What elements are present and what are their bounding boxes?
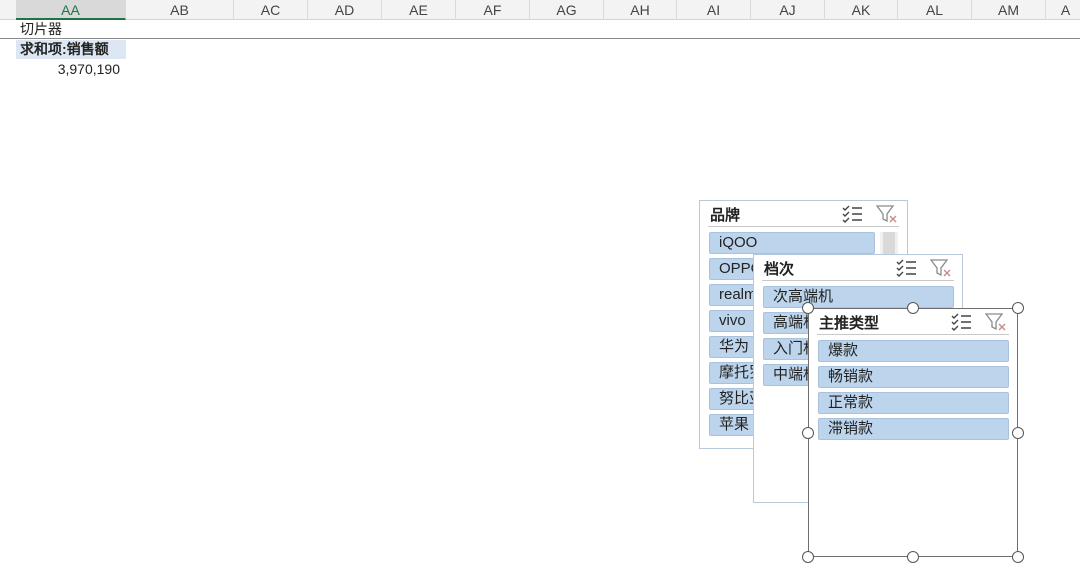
slicer-tier-title: 档次: [764, 261, 795, 278]
pivot-value-header[interactable]: 求和项:销售额: [16, 40, 126, 59]
resize-handle-bottom-right[interactable]: [1012, 551, 1024, 563]
resize-handle-bottom-left[interactable]: [802, 551, 814, 563]
column-header-ae[interactable]: AE: [382, 0, 456, 20]
slicer-brand-divider: [708, 226, 899, 227]
multi-select-icon[interactable]: [842, 204, 864, 224]
slicer-brand-header: 品牌: [700, 201, 907, 227]
column-header-ab[interactable]: AB: [126, 0, 234, 20]
slicer-tier-divider: [762, 280, 954, 281]
multi-select-icon[interactable]: [951, 312, 973, 332]
slicer-main-type-title: 主推类型: [819, 315, 880, 332]
column-header-am[interactable]: AM: [972, 0, 1046, 20]
column-header-af[interactable]: AF: [456, 0, 530, 20]
pivot-value-total[interactable]: 3,970,190: [16, 60, 120, 79]
column-header-bar: AA AB AC AD AE AF AG AH AI AJ AK AL AM A: [0, 0, 1080, 20]
column-header-ag[interactable]: AG: [530, 0, 604, 20]
resize-handle-middle-left[interactable]: [802, 427, 814, 439]
clear-filter-icon[interactable]: [929, 258, 952, 278]
clear-filter-icon[interactable]: [875, 204, 898, 224]
slicer-main-type[interactable]: 主推类型 爆款 畅销款 正常款 滞销款: [808, 308, 1018, 557]
column-header-al[interactable]: AL: [898, 0, 972, 20]
slicer-main-type-divider: [817, 334, 1009, 335]
slicer-brand-title: 品牌: [710, 207, 741, 224]
column-header-ac[interactable]: AC: [234, 0, 308, 20]
column-header-aj[interactable]: AJ: [751, 0, 825, 20]
multi-select-icon[interactable]: [896, 258, 918, 278]
slicer-main-type-item-slow[interactable]: 滞销款: [818, 418, 1009, 440]
slicer-main-type-item-hit[interactable]: 爆款: [818, 340, 1009, 362]
resize-handle-middle-right[interactable]: [1012, 427, 1024, 439]
slicer-main-type-item-normal[interactable]: 正常款: [818, 392, 1009, 414]
column-header-ah[interactable]: AH: [604, 0, 677, 20]
slicer-tier-item-upper-mid[interactable]: 次高端机: [763, 286, 954, 308]
column-header-ad[interactable]: AD: [308, 0, 382, 20]
slicer-main-type-item-bestseller[interactable]: 畅销款: [818, 366, 1009, 388]
resize-handle-top-right[interactable]: [1012, 302, 1024, 314]
clear-filter-icon[interactable]: [984, 312, 1007, 332]
resize-handle-top-middle[interactable]: [907, 302, 919, 314]
column-header-an[interactable]: A: [1046, 0, 1080, 20]
row-border-line: [0, 38, 1080, 39]
slicer-brand-item-iqoo[interactable]: iQOO: [709, 232, 875, 254]
slicer-tier-header: 档次: [754, 255, 962, 281]
column-header-ak[interactable]: AK: [825, 0, 898, 20]
column-header-ai[interactable]: AI: [677, 0, 751, 20]
resize-handle-top-left[interactable]: [802, 302, 814, 314]
cell-slicer-label[interactable]: 切片器: [20, 20, 62, 39]
column-header-aa[interactable]: AA: [16, 0, 126, 20]
resize-handle-bottom-middle[interactable]: [907, 551, 919, 563]
